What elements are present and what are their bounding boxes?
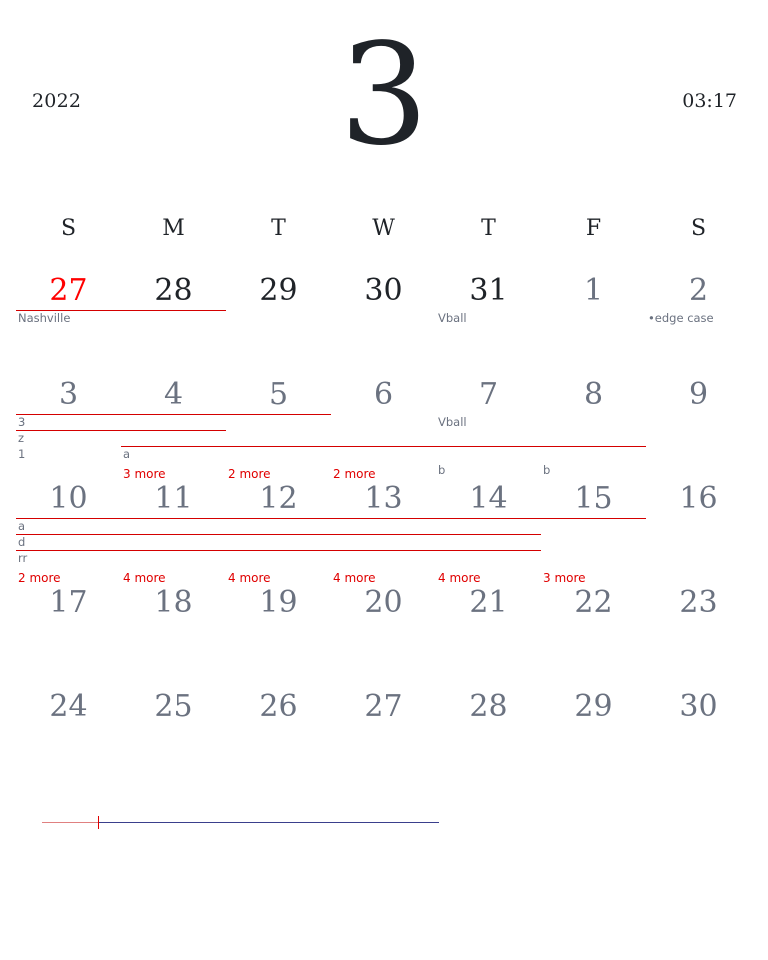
day-cell[interactable]: 28 (121, 274, 226, 308)
weekday-header: W (372, 216, 395, 241)
day-cell[interactable]: 8 (541, 378, 646, 412)
day-cell[interactable]: 6 (331, 378, 436, 412)
day-cell[interactable]: 14 (436, 482, 541, 516)
event-label[interactable]: 1 (18, 447, 25, 461)
event-label[interactable]: Vball (438, 415, 467, 429)
day-cell[interactable]: 26 (226, 690, 331, 724)
day-cell[interactable]: 17 (16, 586, 121, 620)
progress-fill (42, 822, 98, 823)
progress-marker (97, 816, 99, 829)
day-cell[interactable]: 1 (541, 274, 646, 308)
more-events-link[interactable]: 2 more (333, 467, 376, 481)
weekday-header: F (585, 216, 602, 241)
day-cell[interactable]: 11 (121, 482, 226, 516)
event-label[interactable]: rr (18, 551, 27, 565)
day-cell[interactable]: 24 (16, 690, 121, 724)
day-cell[interactable]: 10 (16, 482, 121, 516)
day-cell[interactable]: 7 (436, 378, 541, 412)
event-label[interactable]: d (18, 535, 25, 549)
more-events-link[interactable]: 4 more (438, 571, 481, 585)
day-cell[interactable]: 28 (436, 690, 541, 724)
progress-track (42, 822, 439, 823)
event-label[interactable]: a (18, 519, 25, 533)
day-cell[interactable]: 27 (16, 274, 121, 308)
more-events-link[interactable]: 4 more (123, 571, 166, 585)
day-cell[interactable]: 22 (541, 586, 646, 620)
day-cell[interactable]: 18 (121, 586, 226, 620)
day-cell[interactable]: 23 (646, 586, 751, 620)
weekday-header: S (60, 216, 77, 241)
day-cell[interactable]: 30 (331, 274, 436, 308)
weekday-header: S (690, 216, 707, 241)
more-events-link[interactable]: 4 more (333, 571, 376, 585)
event-label[interactable]: •edge case (648, 311, 714, 325)
event-bar[interactable] (121, 446, 646, 447)
month-number: 3 (339, 14, 429, 177)
event-label[interactable]: a (123, 447, 130, 461)
day-cell[interactable]: 27 (331, 690, 436, 724)
day-cell[interactable]: 15 (541, 482, 646, 516)
day-cell[interactable]: 19 (226, 586, 331, 620)
more-events-link[interactable]: 3 more (123, 467, 166, 481)
day-cell[interactable]: 20 (331, 586, 436, 620)
day-cell[interactable]: 3 (16, 378, 121, 412)
event-bar[interactable] (16, 518, 646, 519)
day-cell[interactable]: 5 (226, 378, 331, 412)
event-label[interactable]: b (543, 463, 550, 477)
day-cell[interactable]: 16 (646, 482, 751, 516)
more-events-link[interactable]: 4 more (228, 571, 271, 585)
day-cell[interactable]: 21 (436, 586, 541, 620)
more-events-link[interactable]: 3 more (543, 571, 586, 585)
day-cell[interactable]: 4 (121, 378, 226, 412)
event-label[interactable]: Vball (438, 311, 467, 325)
event-label[interactable]: Nashville (18, 311, 70, 325)
event-label[interactable]: z (18, 431, 24, 445)
clock-time: 03:17 (682, 90, 737, 112)
day-cell[interactable]: 30 (646, 690, 751, 724)
day-cell[interactable]: 9 (646, 378, 751, 412)
event-bar[interactable] (16, 414, 331, 415)
day-cell[interactable]: 2 (646, 274, 751, 308)
weekday-header: T (481, 216, 496, 241)
event-bar[interactable] (16, 550, 541, 551)
weekday-header: T (271, 216, 286, 241)
event-label[interactable]: 3 (18, 415, 25, 429)
day-cell[interactable]: 25 (121, 690, 226, 724)
day-cell[interactable]: 13 (331, 482, 436, 516)
event-bar[interactable] (16, 430, 226, 431)
event-bar[interactable] (16, 534, 541, 535)
weekday-header: M (162, 216, 185, 241)
day-cell[interactable]: 12 (226, 482, 331, 516)
more-events-link[interactable]: 2 more (228, 467, 271, 481)
day-cell[interactable]: 29 (541, 690, 646, 724)
day-cell[interactable]: 29 (226, 274, 331, 308)
event-label[interactable]: b (438, 463, 445, 477)
day-cell[interactable]: 31 (436, 274, 541, 308)
more-events-link[interactable]: 2 more (18, 571, 61, 585)
